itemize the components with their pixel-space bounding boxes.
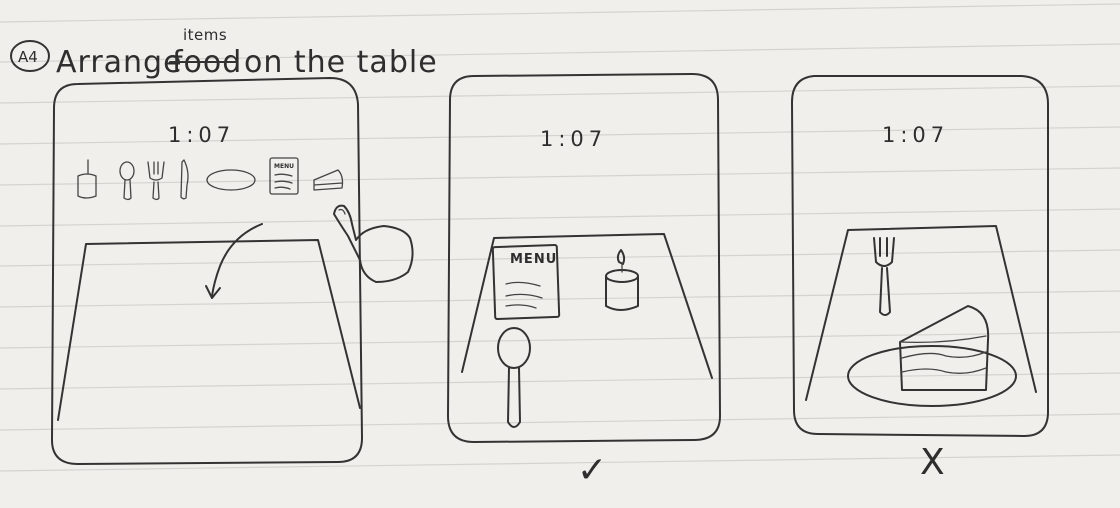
title-prefix: Arrange [56, 45, 183, 80]
cake-slice[interactable] [899, 305, 990, 391]
fork-icon[interactable] [147, 161, 165, 201]
sketch-page: A4 Arrange food items on the table 1:07 [0, 3, 1120, 491]
plate-icon[interactable] [206, 169, 256, 191]
pointing-hand-icon [333, 204, 414, 283]
task-badge: A4 [18, 48, 38, 66]
menu-card-label: MENU [274, 163, 294, 170]
fork[interactable] [873, 237, 895, 316]
menu-label: MENU [510, 252, 557, 267]
menu-card-icon[interactable]: MENU [269, 157, 299, 195]
task-heading: A4 Arrange food items on the table [10, 26, 438, 80]
screen-1: 1:07 MENU [51, 77, 414, 465]
clock: 1:07 [168, 123, 235, 147]
correct-mark: ✓ [577, 450, 607, 491]
spoon[interactable] [497, 327, 531, 428]
spoon-icon[interactable] [119, 161, 135, 201]
candle[interactable] [605, 249, 639, 311]
clock: 1:07 [882, 123, 949, 147]
clock: 1:07 [540, 127, 607, 151]
screen-3: 1:07 X [791, 75, 1049, 483]
knife-icon[interactable] [180, 159, 189, 200]
title-suffix: on the table [244, 45, 438, 80]
table-surface[interactable] [57, 239, 361, 421]
drag-arrow-icon [205, 223, 263, 299]
incorrect-mark: X [920, 442, 945, 483]
table-surface[interactable] [805, 225, 1037, 401]
candle-icon[interactable] [77, 159, 97, 199]
menu-card[interactable]: MENU [491, 243, 561, 321]
inserted-word: items [183, 26, 227, 44]
item-toolbar: MENU [77, 157, 344, 201]
